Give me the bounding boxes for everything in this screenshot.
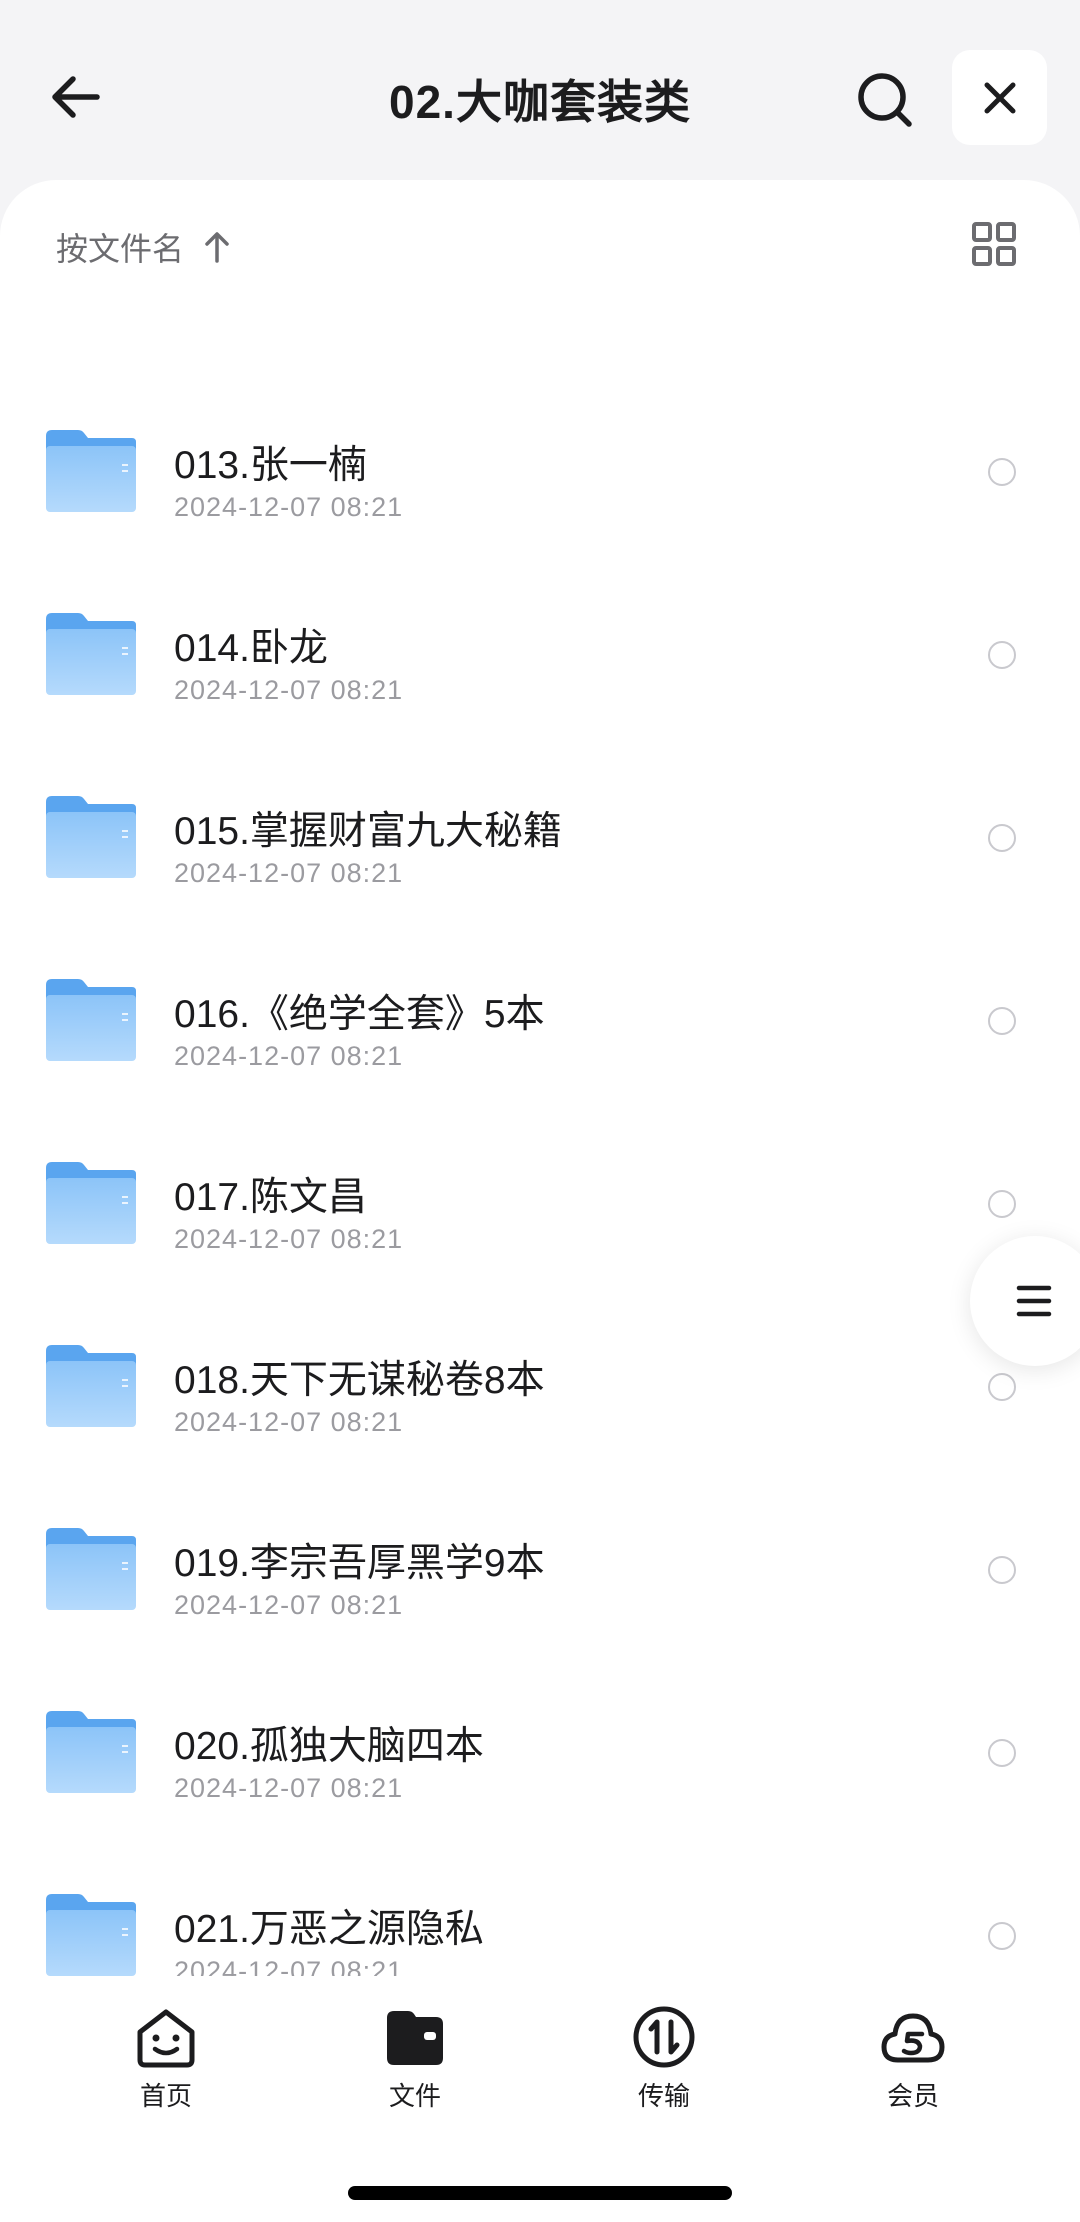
file-date: 2024-12-07 08:21 — [174, 1590, 404, 1620]
file-row[interactable]: 019.李宗吾厚黑学9本 2024-12-07 08:21 — [0, 1478, 1080, 1661]
file-row[interactable]: 014.卧龙 2024-12-07 08:21 — [0, 563, 1080, 746]
tab-home[interactable]: 首页 — [86, 2002, 246, 2113]
tab-files[interactable]: 文件 — [335, 2002, 495, 2113]
file-name: 013.张一楠 — [174, 444, 367, 487]
member-cloud-icon — [881, 2013, 945, 2063]
close-icon — [984, 82, 1015, 113]
select-radio[interactable] — [988, 1739, 1016, 1767]
folder-icon — [44, 1343, 138, 1429]
search-icon — [858, 73, 912, 127]
file-date: 2024-12-07 08:21 — [174, 492, 404, 522]
file-date: 2024-12-07 08:21 — [174, 858, 404, 888]
file-name: 014.卧龙 — [174, 627, 328, 670]
file-date: 2024-12-07 08:21 — [174, 1407, 404, 1437]
folder-icon — [44, 611, 138, 697]
tab-transfer-label: 传输 — [637, 2081, 690, 2111]
file-name: 016.《绝学全套》5本 — [174, 993, 545, 1036]
file-name: 015.掌握财富九大秘籍 — [174, 810, 562, 853]
tab-member-label: 会员 — [886, 2081, 939, 2111]
tab-home-label: 首页 — [139, 2081, 192, 2111]
select-radio[interactable] — [988, 641, 1016, 669]
file-name: 017.陈文昌 — [174, 1176, 367, 1219]
folder-icon — [44, 977, 138, 1063]
folder-icon — [44, 1892, 138, 1978]
tab-member[interactable]: 会员 — [833, 2002, 993, 2113]
select-radio[interactable] — [988, 1922, 1016, 1950]
file-row[interactable]: 020.孤独大脑四本 2024-12-07 08:21 — [0, 1661, 1080, 1844]
menu-icon — [1016, 1285, 1052, 1317]
select-radio[interactable] — [988, 1556, 1016, 1584]
file-date: 2024-12-07 08:21 — [174, 675, 404, 705]
top-bar: 02.大咖套装类 — [0, 0, 1080, 190]
files-icon — [387, 2011, 443, 2065]
file-name: 018.天下无谋秘卷8本 — [174, 1359, 545, 1402]
file-date: 2024-12-07 08:21 — [174, 1041, 404, 1071]
grid-view-button[interactable] — [970, 220, 1018, 268]
arrow-left-icon — [52, 76, 100, 118]
select-radio[interactable] — [988, 458, 1016, 486]
sort-label: 按文件名 — [56, 231, 185, 267]
page-title: 02.大咖套装类 — [389, 76, 691, 128]
home-face-icon — [137, 2009, 195, 2068]
sort-control[interactable]: 按文件名 — [56, 224, 232, 270]
file-date: 2024-12-07 08:21 — [174, 1773, 404, 1803]
grid-view-icon — [972, 222, 1016, 266]
file-row[interactable]: 017.陈文昌 2024-12-07 08:21 — [0, 1112, 1080, 1295]
select-radio[interactable] — [988, 1007, 1016, 1035]
transfer-icon — [633, 2006, 695, 2068]
file-row[interactable]: 016.《绝学全套》5本 2024-12-07 08:21 — [0, 929, 1080, 1112]
file-row[interactable]: 013.张一楠 2024-12-07 08:21 — [0, 380, 1080, 563]
folder-icon — [44, 794, 138, 880]
search-button[interactable] — [850, 65, 920, 135]
folder-icon — [44, 1526, 138, 1612]
home-indicator — [348, 2186, 732, 2200]
tab-transfer[interactable]: 传输 — [584, 2002, 744, 2113]
file-name: 019.李宗吾厚黑学9本 — [174, 1542, 545, 1585]
select-radio[interactable] — [988, 824, 1016, 852]
file-list: 013.张一楠 2024-12-07 08:21 014.卧龙 2024-12-07 … — [0, 380, 1080, 2027]
arrow-up-icon — [202, 230, 232, 264]
file-row[interactable]: 015.掌握财富九大秘籍 2024-12-07 08:21 — [0, 746, 1080, 929]
file-list-panel: 按文件名 013.张一楠 2024-12-07 08:21 014.卧龙 2024-1… — [0, 180, 1080, 2222]
file-name: 020.孤独大脑四本 — [174, 1725, 484, 1768]
close-button[interactable] — [952, 50, 1047, 145]
select-radio[interactable] — [988, 1190, 1016, 1218]
folder-icon — [44, 428, 138, 514]
tab-files-label: 文件 — [388, 2081, 441, 2111]
select-radio[interactable] — [988, 1373, 1016, 1401]
folder-icon — [44, 1160, 138, 1246]
file-date: 2024-12-07 08:21 — [174, 1224, 404, 1254]
back-button[interactable] — [40, 62, 110, 132]
file-row[interactable]: 018.天下无谋秘卷8本 2024-12-07 08:21 — [0, 1295, 1080, 1478]
folder-icon — [44, 1709, 138, 1795]
file-name: 021.万恶之源隐私 — [174, 1908, 484, 1951]
